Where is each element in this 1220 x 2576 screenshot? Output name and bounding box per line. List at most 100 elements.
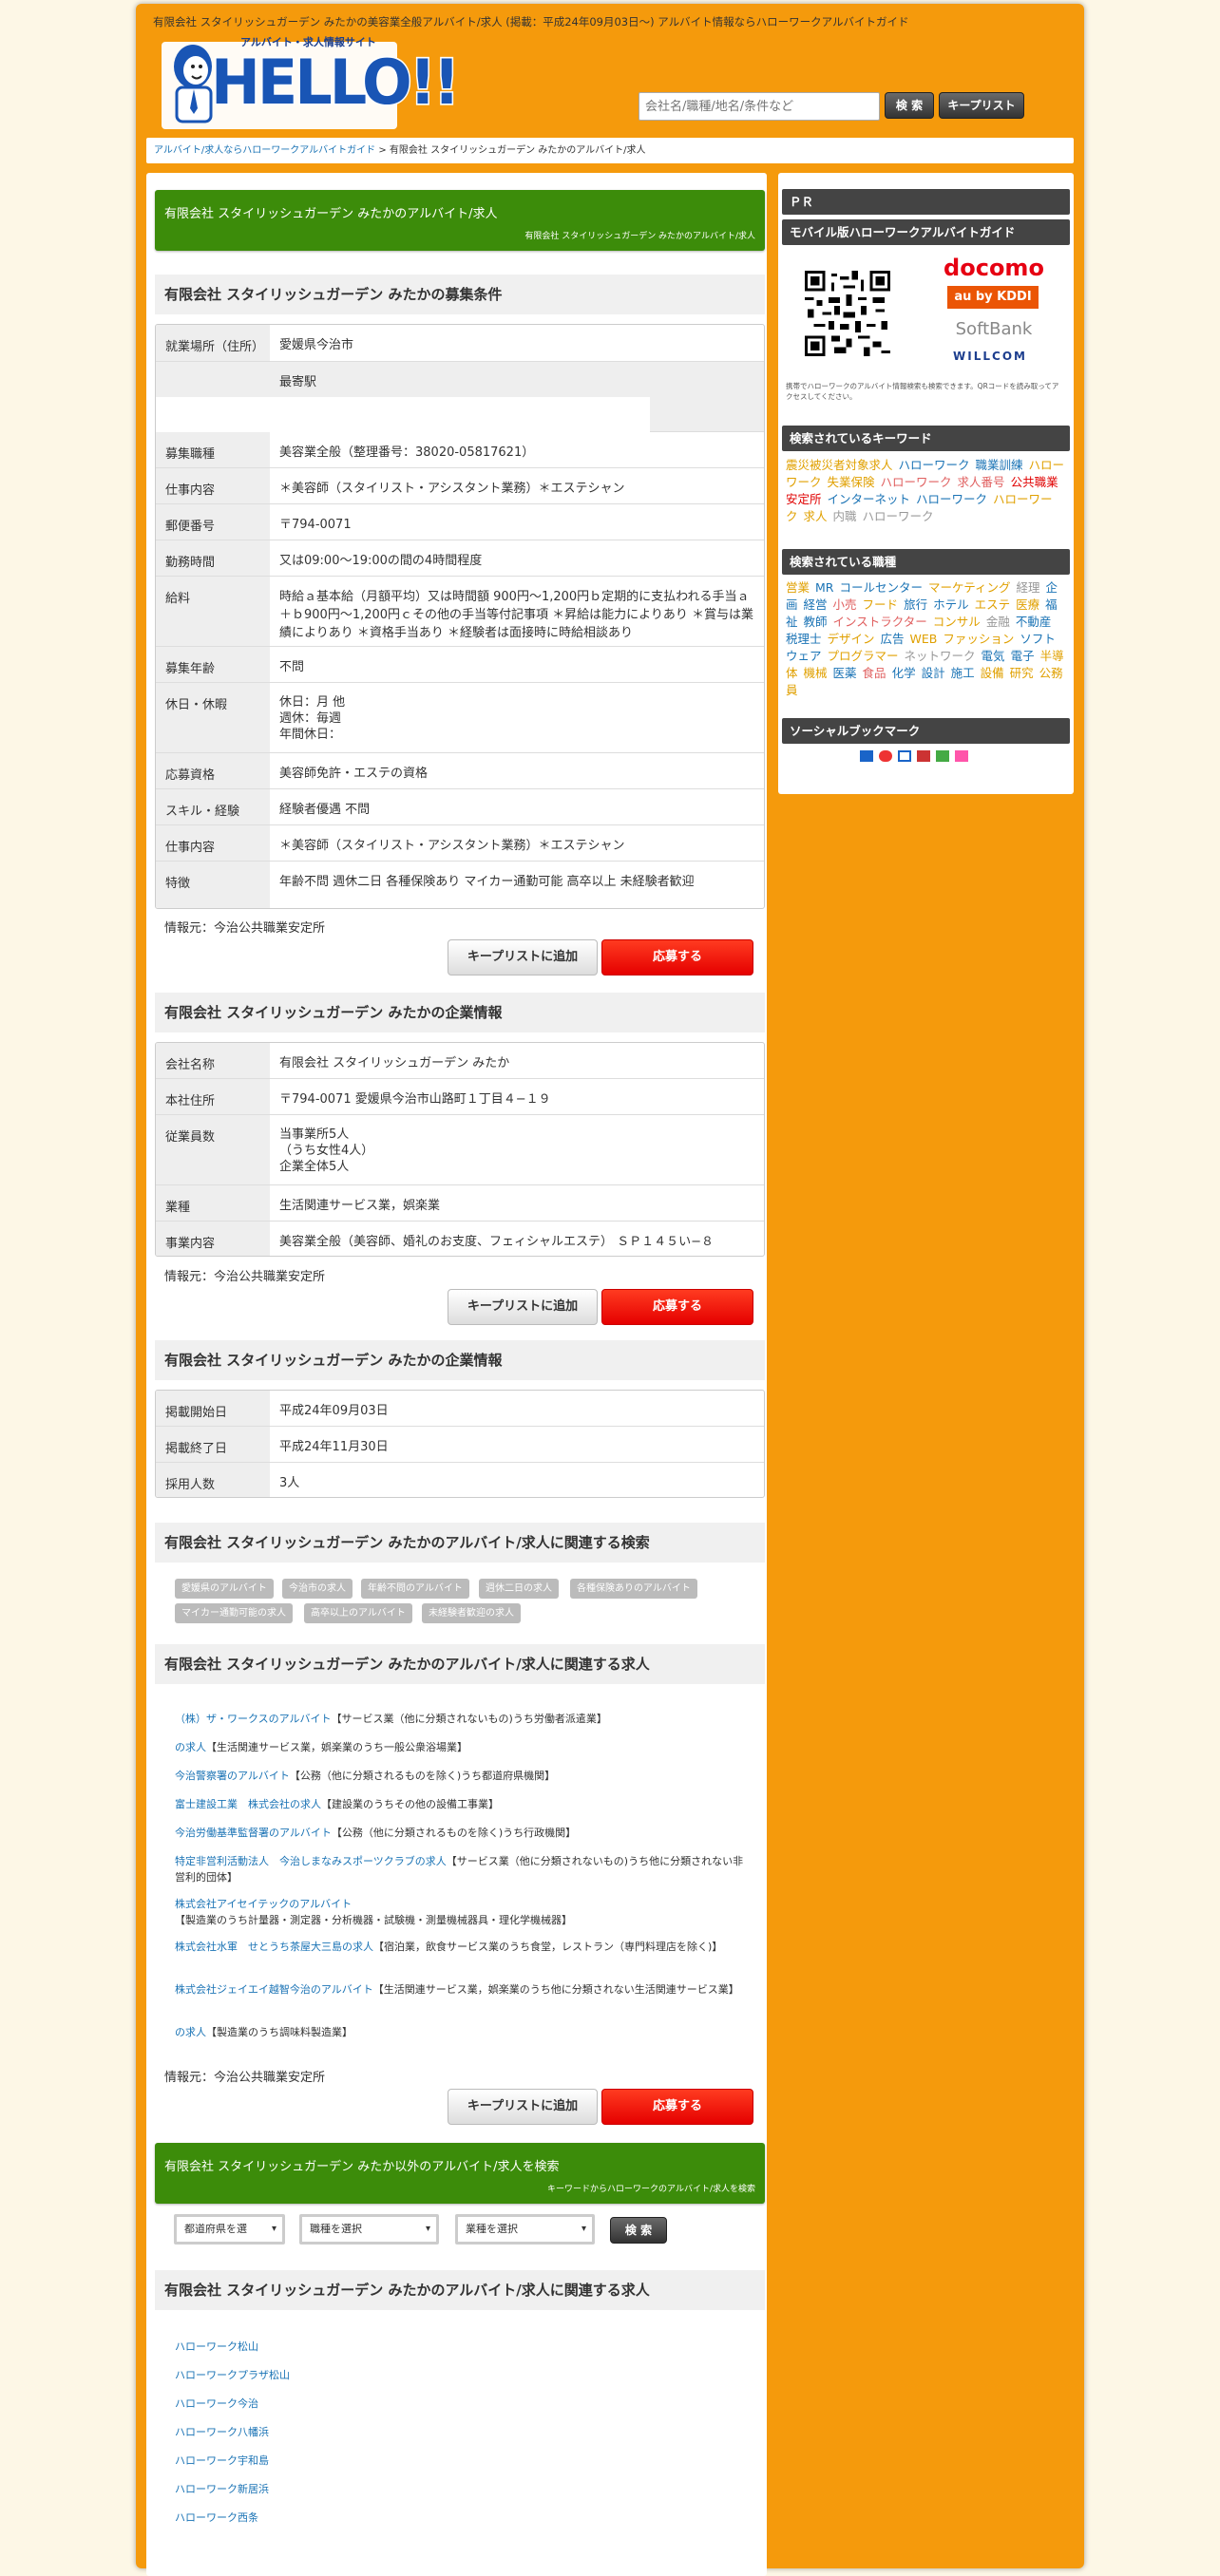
keyword-link[interactable]: ハローワーク xyxy=(863,509,934,523)
job-link[interactable]: 電気 xyxy=(982,649,1005,663)
related-job-link[interactable]: の求人 xyxy=(175,2026,206,2038)
hellowork-link[interactable]: ハローワーク今治 xyxy=(175,2396,258,2411)
add-keeplist-button[interactable]: キープリストに追加 xyxy=(448,2089,598,2125)
add-keeplist-button[interactable]: キープリストに追加 xyxy=(448,1289,598,1325)
newsing-icon[interactable] xyxy=(955,750,968,762)
apply-button[interactable]: 応募する xyxy=(601,939,753,975)
search-button[interactable]: 検 索 xyxy=(885,92,934,119)
keyword-link[interactable]: ハローワーク xyxy=(899,458,970,472)
keyword-link[interactable]: ハローワーク xyxy=(881,475,952,489)
related-job-desc: 【建設業のうちその他の設備工事業】 xyxy=(321,1798,499,1810)
hellowork-link[interactable]: ハローワーク松山 xyxy=(175,2339,258,2354)
related-search-chip[interactable]: 年齢不問のアルバイト xyxy=(361,1579,469,1599)
site-logo[interactable]: アルバイト・求人情報サイト HELLO!! xyxy=(162,34,462,129)
job-link[interactable]: 研究 xyxy=(1010,666,1034,680)
job-link[interactable]: ファッション xyxy=(943,632,1014,646)
job-link[interactable]: コンサル xyxy=(933,615,981,629)
job-link[interactable]: 教師 xyxy=(804,615,828,629)
job-link[interactable]: 医薬 xyxy=(833,666,857,680)
breadcrumb-home-link[interactable]: アルバイト/求人ならハローワークアルバイトガイド xyxy=(154,145,375,156)
willcom-logo[interactable]: WILLCOM xyxy=(924,350,1057,363)
job-link[interactable]: 医療 xyxy=(1016,597,1039,612)
job-link[interactable]: 税理士 xyxy=(786,632,822,646)
job-link[interactable]: 施工 xyxy=(951,666,975,680)
job-link[interactable]: 化学 xyxy=(892,666,916,680)
apply-button[interactable]: 応募する xyxy=(601,2089,753,2125)
job-link[interactable]: 営業 xyxy=(786,580,810,595)
prefecture-select[interactable]: 都道府県を選 xyxy=(174,2214,285,2245)
row-value: ＊美容師（スタイリスト・アシスタント業務）＊エステシャン xyxy=(279,839,625,853)
job-link[interactable]: インストラクター xyxy=(833,615,927,629)
related-job-link[interactable]: 今治労働基準監督署のアルバイト xyxy=(175,1827,332,1839)
job-link[interactable]: 設計 xyxy=(922,666,945,680)
delicious-icon[interactable] xyxy=(936,750,949,762)
keyword-link[interactable]: 震災被災者対象求人 xyxy=(786,458,893,472)
keyword-link[interactable]: 求人 xyxy=(804,509,828,523)
job-link[interactable]: MR xyxy=(815,580,833,595)
list-item: （株）ザ・ワークスのアルバイト【サービス業（他に分類されないもの)うち労働者派遣… xyxy=(175,1711,745,1727)
add-keeplist-button[interactable]: キープリストに追加 xyxy=(448,939,598,975)
job-link[interactable]: エステ xyxy=(975,597,1011,612)
au-logo[interactable]: au by KDDI xyxy=(947,286,1039,309)
keyword-link[interactable]: インターネット xyxy=(828,492,911,506)
related-search-chip[interactable]: 愛媛県のアルバイト xyxy=(175,1579,274,1599)
job-link[interactable]: デザイン xyxy=(828,632,875,646)
related-search-chip[interactable]: 高卒以上のアルバイト xyxy=(304,1603,412,1623)
job-link[interactable]: 機械 xyxy=(804,666,828,680)
livedoor-clip-icon[interactable] xyxy=(898,750,911,762)
apply-button[interactable]: 応募する xyxy=(601,1289,753,1325)
row-key: 応募資格 xyxy=(156,753,270,788)
search-input[interactable] xyxy=(639,92,880,121)
related-job-link[interactable]: 株式会社ジェイエイ越智今治のアルバイト xyxy=(175,1983,373,1996)
keyword-link[interactable]: 失業保険 xyxy=(828,475,875,489)
hellowork-link[interactable]: ハローワークプラザ松山 xyxy=(175,2367,290,2382)
related-job-desc: 【製造業のうち計量器・測定器・分析機器・試験機・測量機械器具・理化学機械器】 xyxy=(175,1914,572,1926)
hellowork-link[interactable]: ハローワーク西条 xyxy=(175,2510,258,2525)
job-link[interactable]: 不動産 xyxy=(1016,615,1052,629)
industry-select[interactable]: 業種を選択 xyxy=(455,2214,595,2245)
job-link[interactable]: 広告 xyxy=(881,632,905,646)
job-link[interactable]: WEB xyxy=(910,632,938,646)
related-job-link[interactable]: （株）ザ・ワークスのアルバイト xyxy=(175,1713,332,1725)
job-link[interactable]: フード xyxy=(863,597,899,612)
job-link[interactable]: マーケティング xyxy=(928,580,1011,595)
job-link[interactable]: プログラマー xyxy=(828,649,899,663)
keeplist-button[interactable]: キープリスト xyxy=(939,92,1024,119)
related-search-chip[interactable]: マイカー通勤可能の求人 xyxy=(175,1603,293,1623)
related-job-link[interactable]: 今治警察署のアルバイト xyxy=(175,1770,290,1782)
keyword-link[interactable]: 求人番号 xyxy=(958,475,1005,489)
yahoo-bookmark-icon[interactable] xyxy=(917,750,930,762)
job-link[interactable]: ホテル xyxy=(933,597,969,612)
keyword-link[interactable]: 内職 xyxy=(833,509,857,523)
hellowork-link[interactable]: ハローワーク新居浜 xyxy=(175,2481,269,2496)
related-search-chip[interactable]: 今治市の求人 xyxy=(282,1579,353,1599)
related-job-link[interactable]: 株式会社アイセイテックのアルバイト xyxy=(175,1898,352,1910)
related-job-link[interactable]: 特定非営利活動法人 今治しまなみスポーツクラブの求人 xyxy=(175,1855,447,1867)
softbank-logo[interactable]: SoftBank xyxy=(937,319,1051,339)
job-link[interactable]: 金融 xyxy=(986,615,1010,629)
hellowork-link[interactable]: ハローワーク宇和島 xyxy=(175,2453,269,2468)
buzzurl-icon[interactable] xyxy=(879,750,892,762)
job-link[interactable]: 設備 xyxy=(981,666,1004,680)
job-link[interactable]: コールセンター xyxy=(840,580,924,595)
job-link[interactable]: 小売 xyxy=(833,597,857,612)
hatena-bookmark-icon[interactable] xyxy=(860,750,873,762)
job-link[interactable]: ネットワーク xyxy=(905,649,976,663)
job-type-select[interactable]: 職種を選択 xyxy=(299,2214,439,2245)
related-job-link[interactable]: 株式会社水軍 せとうち茶屋大三島の求人 xyxy=(175,1941,373,1953)
related-job-link[interactable]: 富士建設工業 株式会社の求人 xyxy=(175,1798,321,1810)
related-search-chip[interactable]: 各種保険ありのアルバイト xyxy=(570,1579,697,1599)
job-link[interactable]: 経営 xyxy=(804,597,828,612)
job-link[interactable]: 経理 xyxy=(1017,580,1040,595)
hellowork-link[interactable]: ハローワーク八幡浜 xyxy=(175,2424,269,2439)
keyword-link[interactable]: ハローワーク xyxy=(916,492,987,506)
docomo-logo[interactable]: docomo xyxy=(937,255,1051,281)
related-search-chip[interactable]: 未経験者歓迎の求人 xyxy=(422,1603,521,1623)
job-link[interactable]: 電子 xyxy=(1011,649,1035,663)
job-link[interactable]: 食品 xyxy=(863,666,886,680)
related-search-chip[interactable]: 週休二日の求人 xyxy=(479,1579,559,1599)
keyword-link[interactable]: 職業訓練 xyxy=(976,458,1023,472)
other-search-button[interactable]: 検 索 xyxy=(610,2217,667,2244)
job-link[interactable]: 旅行 xyxy=(904,597,927,612)
related-job-link[interactable]: の求人 xyxy=(175,1741,206,1753)
